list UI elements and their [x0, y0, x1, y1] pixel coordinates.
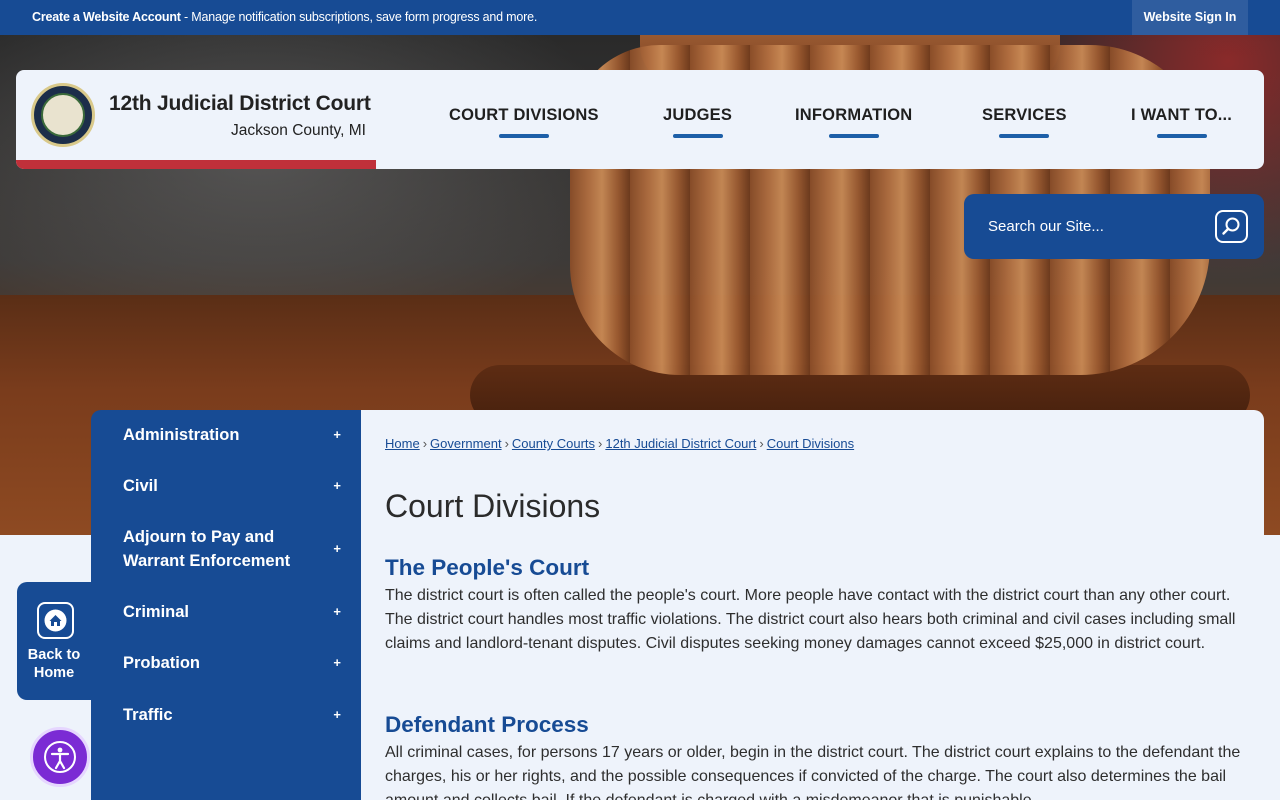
search-input[interactable] — [988, 214, 1188, 238]
breadcrumb-12th-judicial-district-court[interactable]: 12th Judicial District Court — [605, 436, 756, 451]
nav-judges[interactable]: JUDGES — [663, 106, 732, 138]
breadcrumb: Home › Government › County Courts › 12th Judic… — [385, 436, 855, 451]
home-icon — [37, 602, 74, 639]
sidebar-item-traffic[interactable]: Traffic + — [123, 703, 353, 727]
breadcrumb-county-courts[interactable]: County Courts — [512, 436, 595, 451]
search-icon — [1222, 217, 1240, 235]
expand-icon[interactable]: + — [333, 474, 341, 498]
breadcrumb-home[interactable]: Home — [385, 436, 420, 451]
expand-icon[interactable]: + — [333, 537, 341, 561]
expand-icon[interactable]: + — [333, 600, 341, 624]
nav-information[interactable]: INFORMATION — [795, 106, 912, 138]
website-sign-in-button[interactable]: Website Sign In — [1132, 0, 1248, 35]
sidebar-item-civil[interactable]: Civil + — [123, 474, 353, 498]
county-seal-logo[interactable] — [31, 83, 95, 147]
page-title: Court Divisions — [385, 488, 601, 524]
site-subtitle: Jackson County, MI — [231, 122, 366, 139]
account-message: Create a Website Account - Manage notifi… — [32, 10, 537, 24]
sidebar-item-criminal[interactable]: Criminal + — [123, 600, 353, 624]
sidebar-item-administration[interactable]: Administration + — [123, 423, 353, 447]
sidebar-item-adjourn-to-pay[interactable]: Adjourn to Pay and Warrant Enforcement + — [123, 525, 353, 573]
account-message-text: - Manage notification subscriptions, sav… — [180, 10, 538, 24]
section-text: All criminal cases, for persons 17 years… — [385, 744, 1241, 800]
header-accent-line — [16, 160, 376, 169]
create-account-link[interactable]: Create a Website Account — [32, 10, 181, 24]
expand-icon[interactable]: + — [333, 423, 341, 447]
back-to-home-label: Back to Home — [27, 647, 81, 681]
back-to-home-button[interactable]: Back to Home — [17, 582, 91, 700]
sidebar-item-probation[interactable]: Probation + — [123, 651, 353, 675]
nav-services[interactable]: SERVICES — [982, 106, 1067, 138]
main-content: Home › Government › County Courts › 12th Judic… — [361, 410, 1264, 800]
site-search — [964, 194, 1264, 259]
expand-icon[interactable]: + — [333, 651, 341, 675]
accessibility-button[interactable] — [30, 727, 90, 787]
breadcrumb-court-divisions[interactable]: Court Divisions — [767, 436, 854, 451]
nav-court-divisions[interactable]: COURT DIVISIONS — [449, 106, 599, 138]
section-heading: Defendant Process — [385, 712, 589, 737]
search-button[interactable] — [1215, 210, 1248, 243]
section-text: The district court is often called the p… — [385, 587, 1236, 652]
expand-icon[interactable]: + — [333, 703, 341, 727]
section-heading: The People's Court — [385, 555, 590, 580]
sidebar-nav: Administration + Civil + Adjourn to Pay an… — [91, 410, 361, 800]
top-bar: Create a Website Account - Manage notifi… — [0, 0, 1280, 35]
breadcrumb-government[interactable]: Government — [430, 436, 502, 451]
site-header: 12th Judicial District Court Jackson Cou… — [16, 70, 1264, 169]
accessibility-icon — [44, 741, 76, 773]
site-title[interactable]: 12th Judicial District Court — [109, 92, 371, 116]
nav-i-want-to[interactable]: I WANT TO... — [1131, 106, 1232, 138]
